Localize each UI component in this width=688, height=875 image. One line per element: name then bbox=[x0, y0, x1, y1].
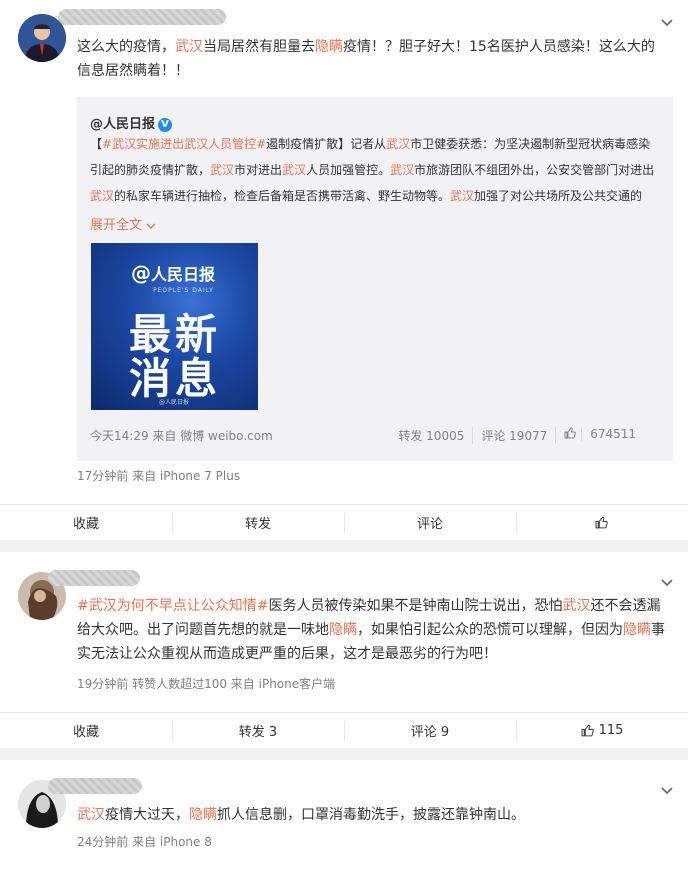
image-footer: @人民日报 bbox=[159, 399, 190, 406]
username-blurred[interactable] bbox=[58, 9, 226, 25]
repost-text: 【#武汉实施进出武汉人员管控#遏制疫情扩散】记者从武汉市卫健委获悉：为坚决遏制新… bbox=[90, 131, 656, 209]
post-text: #武汉为何不早点让公众知情#医务人员被传染如果不是钟南山院士说出，恐怕武汉还不会… bbox=[77, 594, 667, 666]
repost-image-thumbnail[interactable]: @人民日报 PEOPLE'S DAILY 最新 消息 @人民日报 bbox=[91, 243, 258, 410]
thumbs-up-icon bbox=[595, 516, 608, 529]
text-run: 抓人信息删，口罩消毒勤洗手，披露还靠钟南山。 bbox=[217, 807, 525, 823]
weibo-card-3: 武汉疫情大过天，隐瞒抓人信息删，口罩消毒勤洗手，披露还靠钟南山。 24分钟前 来… bbox=[0, 760, 688, 875]
comment-count[interactable]: 评论 19077 bbox=[472, 427, 555, 444]
post-meta: 19分钟前 转赞人数超过100 来自 iPhone客户端 bbox=[77, 677, 336, 691]
repost-button[interactable]: 转发 3 bbox=[172, 713, 344, 748]
text-run: 市旅游团队不组团外出，公安交管部门对进出 bbox=[414, 163, 655, 177]
highlight-link[interactable]: 武汉 bbox=[210, 163, 234, 177]
text-run: 疫情大过天， bbox=[105, 807, 189, 823]
highlight-link[interactable]: 武汉 bbox=[390, 163, 414, 177]
highlight-link[interactable]: 隐瞒 bbox=[189, 807, 217, 823]
text-run: 医务人员被传染如果不是钟南山院士说出，恐怕 bbox=[268, 598, 563, 614]
repost-count[interactable]: 转发 10005 bbox=[390, 427, 472, 444]
highlight-link[interactable]: 武汉 bbox=[282, 163, 306, 177]
post-meta: 24分钟前 来自 iPhone 8 bbox=[77, 835, 212, 849]
text-run: 这么大的疫情， bbox=[77, 39, 175, 55]
post-text: 武汉疫情大过天，隐瞒抓人信息删，口罩消毒勤洗手，披露还靠钟南山。 bbox=[77, 803, 667, 827]
action-bar: 收藏 转发 评论 bbox=[0, 504, 688, 540]
chevron-down-icon[interactable] bbox=[660, 576, 674, 590]
highlight-link[interactable]: 武汉 bbox=[386, 137, 410, 151]
text-run: 加强了对公共场所及公共交通的 bbox=[474, 189, 643, 203]
highlight-link[interactable]: 武汉 bbox=[90, 189, 114, 203]
repost-author-name[interactable]: @人民日报 bbox=[90, 117, 155, 132]
highlight-link[interactable]: 隐瞒 bbox=[329, 622, 357, 638]
thumbs-up-icon bbox=[581, 724, 594, 737]
repost-button[interactable]: 转发 bbox=[172, 505, 344, 540]
highlight-link[interactable]: 武汉 bbox=[175, 39, 203, 55]
expand-full-text-link[interactable]: 展开全文 bbox=[90, 214, 156, 233]
highlight-link[interactable]: 武汉 bbox=[562, 598, 590, 614]
username-blurred[interactable] bbox=[48, 570, 140, 586]
highlight-link[interactable]: #武汉为何不早点让公众知情# bbox=[77, 598, 268, 614]
text-run: 【 bbox=[90, 137, 103, 151]
username-blurred[interactable] bbox=[48, 778, 142, 794]
text-run: 市对进出 bbox=[234, 163, 283, 177]
like-button[interactable]: 115 bbox=[516, 713, 688, 748]
favorite-button[interactable]: 收藏 bbox=[0, 713, 172, 748]
repost-box: @人民日报 V 【#武汉实施进出武汉人员管控#遏制疫情扩散】记者从武汉市卫健委获悉… bbox=[77, 97, 673, 461]
repost-time[interactable]: 今天14:29 来自 微博 weibo.com bbox=[90, 429, 273, 443]
post-text: 这么大的疫情，武汉当局居然有胆量去隐瞒疫情！？胆子好大！15名医护人员感染！这么… bbox=[77, 35, 667, 83]
text-run: ，如果怕引起公众的恐慌可以理解，但因为 bbox=[357, 622, 623, 638]
verified-v-icon: V bbox=[158, 117, 173, 132]
repost-footer: 今天14:29 来自 微博 weibo.com 转发 10005 评论 1907… bbox=[90, 427, 652, 444]
thumbs-up-icon bbox=[564, 427, 577, 439]
people-daily-logo: @人民日报 bbox=[131, 261, 216, 285]
highlight-link[interactable]: 武汉 bbox=[77, 807, 105, 823]
text-run: 遏制疫情扩散】记者从 bbox=[266, 137, 387, 151]
highlight-link[interactable]: 隐瞒 bbox=[315, 39, 343, 55]
action-bar: 收藏 转发 3 评论 9 115 bbox=[0, 712, 688, 748]
image-brand-sub: PEOPLE'S DAILY bbox=[153, 287, 214, 294]
highlight-link[interactable]: 隐瞒 bbox=[623, 622, 651, 638]
text-run: 当局居然有胆量去 bbox=[203, 39, 315, 55]
weibo-card-1: 这么大的疫情，武汉当局居然有胆量去隐瞒疫情！？胆子好大！15名医护人员感染！这么… bbox=[0, 0, 688, 540]
favorite-button[interactable]: 收藏 bbox=[0, 505, 172, 540]
chevron-down-icon[interactable] bbox=[660, 16, 674, 30]
post-meta: 17分钟前 来自 iPhone 7 Plus bbox=[77, 469, 241, 483]
chevron-down-icon bbox=[146, 223, 156, 229]
highlight-link[interactable]: #武汉实施进出武汉人员管控# bbox=[102, 137, 266, 151]
like-count[interactable]: 674511 bbox=[555, 427, 652, 444]
highlight-link[interactable]: 武汉 bbox=[450, 189, 474, 203]
comment-button[interactable]: 评论 9 bbox=[344, 713, 516, 748]
repost-stats: 转发 10005 评论 19077 674511 bbox=[390, 427, 652, 444]
like-button[interactable] bbox=[516, 505, 688, 540]
repost-author[interactable]: @人民日报 V bbox=[90, 113, 173, 132]
text-run: 的私家车辆进行抽检，检查后备箱是否携带活禽、野生动物等。 bbox=[114, 189, 451, 203]
text-run: 人员加强管控。 bbox=[306, 163, 391, 177]
chevron-down-icon[interactable] bbox=[660, 784, 674, 798]
weibo-card-2: #武汉为何不早点让公众知情#医务人员被传染如果不是钟南山院士说出，恐怕武汉还不会… bbox=[0, 552, 688, 748]
comment-button[interactable]: 评论 bbox=[344, 505, 516, 540]
